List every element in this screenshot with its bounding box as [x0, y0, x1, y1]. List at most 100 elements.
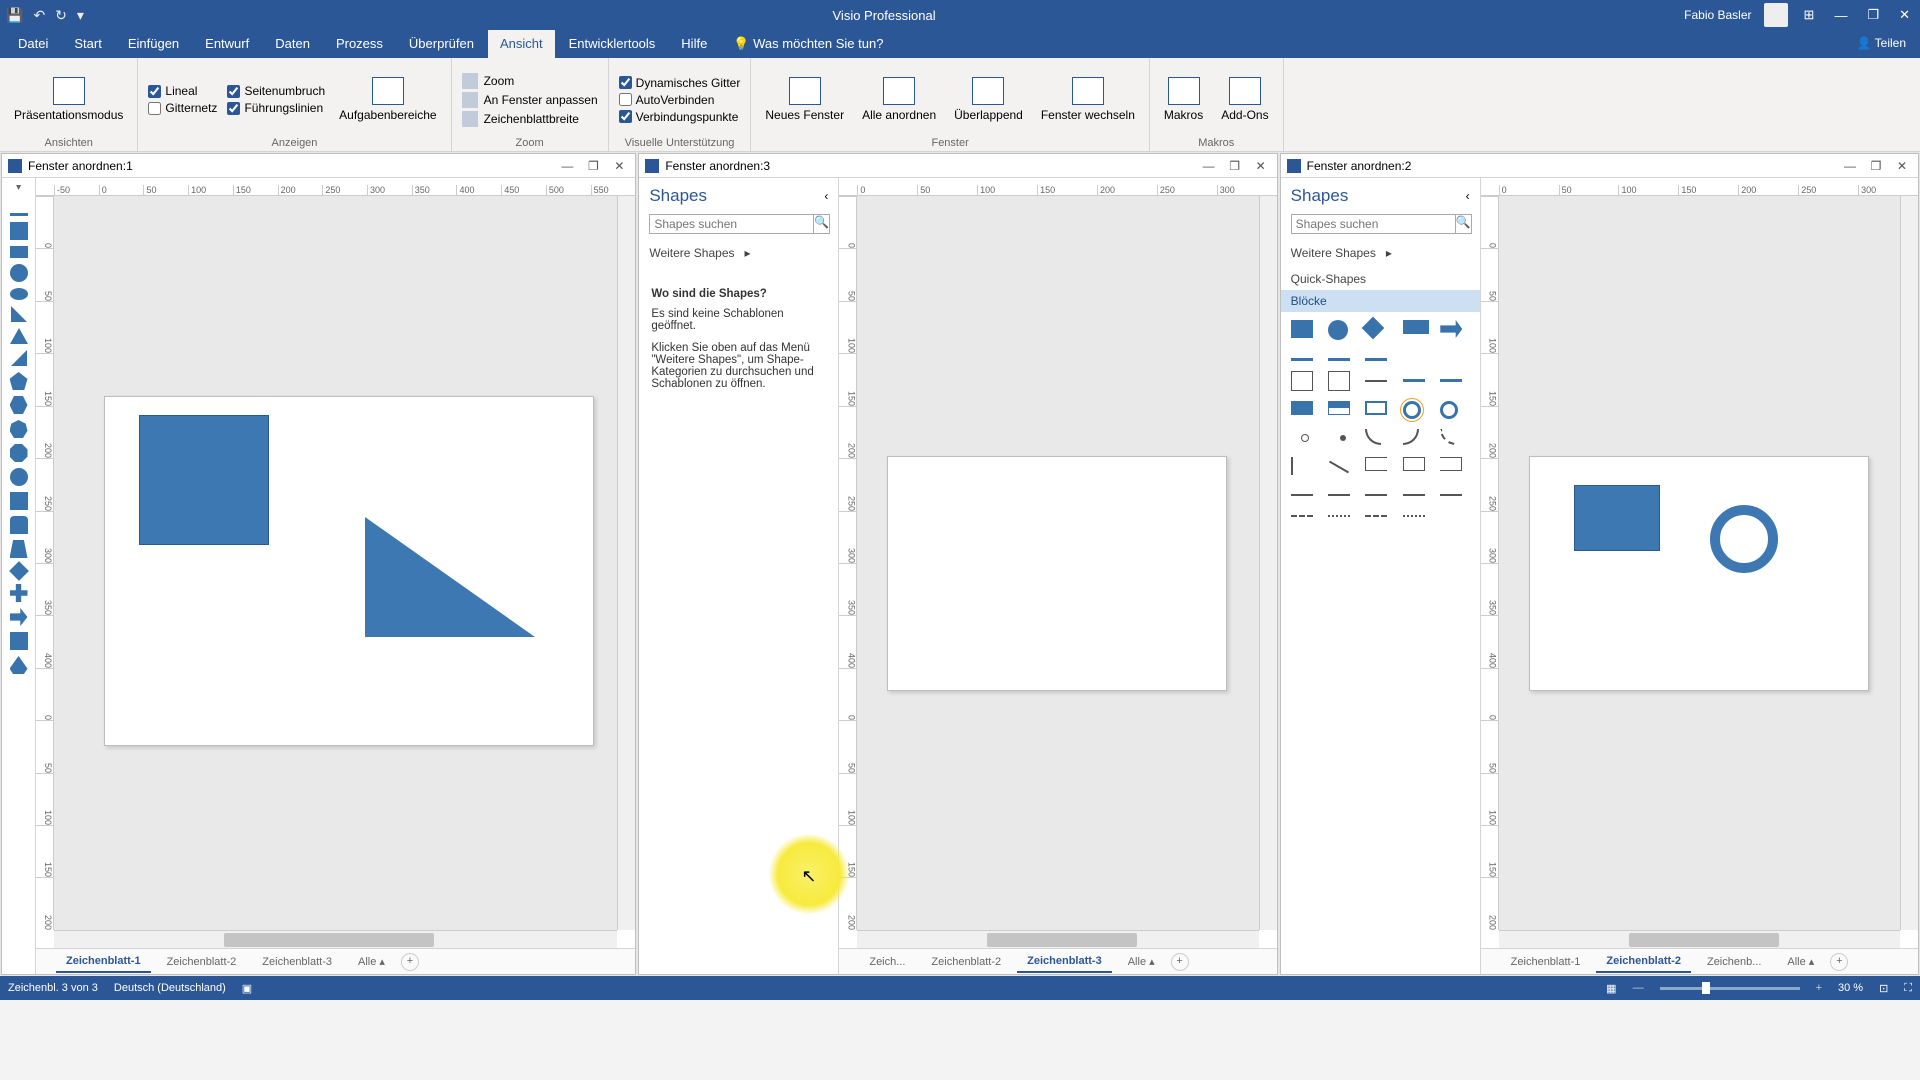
- block-ring2-icon[interactable]: [1440, 401, 1458, 419]
- tab-ueberpruefen[interactable]: Überprüfen: [397, 30, 486, 58]
- block-outline-icon[interactable]: [1365, 401, 1387, 415]
- tell-me[interactable]: 💡 Was möchten Sie tun?: [721, 30, 895, 58]
- add-page-button[interactable]: +: [1830, 953, 1848, 971]
- stencil-trapezoid-icon[interactable]: [10, 540, 28, 558]
- stencil-rect-icon[interactable]: [10, 246, 28, 258]
- fullscreen-icon[interactable]: ⛶: [1904, 982, 1912, 995]
- tab-zeichenblatt-1[interactable]: Zeichenblatt-1: [1501, 952, 1591, 972]
- ueberlappend-button[interactable]: Überlappend: [950, 75, 1027, 124]
- cat-quick-shapes[interactable]: Quick-Shapes: [1281, 268, 1480, 290]
- aufgabenbereiche-button[interactable]: Aufgabenbereiche: [335, 75, 440, 124]
- block-dash3-icon[interactable]: [1365, 515, 1387, 517]
- stencil-triangle-icon[interactable]: [10, 328, 28, 344]
- block-bar4-icon[interactable]: [1403, 379, 1425, 382]
- ruler-horizontal[interactable]: -50050100150200250300350400450500550: [36, 178, 635, 196]
- stencil-square-icon[interactable]: [10, 222, 28, 240]
- page-3[interactable]: [1529, 456, 1869, 691]
- stencil-drop-icon[interactable]: [10, 656, 28, 674]
- block-node2-icon[interactable]: [1440, 457, 1462, 471]
- block-bar-icon[interactable]: [1291, 358, 1313, 361]
- pane-1-close-icon[interactable]: ✕: [609, 159, 629, 173]
- add-page-button[interactable]: +: [1171, 953, 1189, 971]
- tab-alle[interactable]: Alle ▴: [348, 951, 395, 972]
- page-1[interactable]: [104, 396, 594, 746]
- praesentationsmodus-button[interactable]: Präsentationsmodus: [10, 75, 127, 124]
- block-bar5-icon[interactable]: [1440, 379, 1462, 382]
- block-fill-icon[interactable]: [1291, 401, 1313, 415]
- block-ring-icon[interactable]: [1403, 401, 1421, 419]
- user-name[interactable]: Fabio Basler: [1684, 8, 1751, 22]
- tab-zeichenb[interactable]: Zeichenb...: [1697, 952, 1771, 972]
- shapes-search-input[interactable]: [649, 214, 814, 234]
- status-language[interactable]: Deutsch (Deutschland): [114, 982, 226, 994]
- search-icon[interactable]: 🔍: [814, 214, 830, 234]
- block-arrow-icon[interactable]: [1440, 320, 1462, 338]
- block-tree-icon[interactable]: [1291, 371, 1313, 391]
- stencil-circle2-icon[interactable]: [10, 468, 28, 486]
- check-lineal[interactable]: Lineal: [148, 84, 217, 98]
- check-gitternetz[interactable]: Gitternetz: [148, 101, 217, 115]
- canvas-2[interactable]: [857, 196, 1258, 930]
- neues-fenster-button[interactable]: Neues Fenster: [761, 75, 848, 124]
- pane-1-min-icon[interactable]: —: [557, 159, 577, 173]
- redo-icon[interactable]: ↻: [55, 7, 67, 24]
- block-bar2-icon[interactable]: [1328, 358, 1350, 361]
- stencil-line-icon[interactable]: [10, 213, 28, 216]
- ruler-vertical[interactable]: 050100150200250300350400050100150200: [839, 196, 857, 930]
- tab-ansicht[interactable]: Ansicht: [488, 30, 555, 58]
- tab-entwurf[interactable]: Entwurf: [193, 30, 261, 58]
- pane-3-close-icon[interactable]: ✕: [1892, 159, 1912, 173]
- block-arc-icon[interactable]: [1365, 429, 1381, 445]
- shapes-search-input[interactable]: [1291, 214, 1456, 234]
- quick-shapes-strip[interactable]: ▸: [2, 178, 36, 974]
- collapse-icon[interactable]: ‹: [824, 189, 828, 203]
- stencil-cube-icon[interactable]: [10, 492, 28, 510]
- canvas-3[interactable]: [1499, 196, 1900, 930]
- block-node-icon[interactable]: [1403, 457, 1425, 471]
- ruler-vertical[interactable]: 050100150200250300350400050100150200: [1481, 196, 1499, 930]
- ruler-vertical[interactable]: 050100150200250300350400050100150200: [36, 196, 54, 930]
- pane-1-max-icon[interactable]: ❐: [583, 159, 603, 173]
- block-wide-icon[interactable]: [1403, 320, 1429, 334]
- block-seg4-icon[interactable]: [1403, 494, 1425, 496]
- tab-zeichenblatt-2[interactable]: Zeichenblatt-2: [1596, 951, 1691, 973]
- stencil-arrow-icon[interactable]: [10, 608, 28, 626]
- stencil-heptagon-icon[interactable]: [10, 420, 28, 438]
- pane-2-titlebar[interactable]: Fenster anordnen:3 — ❐ ✕: [639, 154, 1276, 178]
- stencil-triangle-l-icon[interactable]: [11, 350, 27, 366]
- more-shapes[interactable]: Weitere Shapes ▸: [1281, 238, 1480, 268]
- undo-icon[interactable]: ↶: [33, 7, 45, 24]
- block-diamond-icon[interactable]: [1362, 317, 1385, 340]
- zoom-level[interactable]: 30 %: [1838, 982, 1863, 994]
- app-minimize-icon[interactable]: —: [1830, 8, 1851, 23]
- pane-3-titlebar[interactable]: Fenster anordnen:2 — ❐ ✕: [1281, 154, 1918, 178]
- makros-button[interactable]: Makros: [1160, 75, 1207, 124]
- block-dot-icon[interactable]: [1301, 434, 1309, 442]
- canvas-1[interactable]: [54, 196, 617, 930]
- block-dot2-icon[interactable]: [1340, 435, 1346, 441]
- share-button[interactable]: 👤 Teilen: [1857, 30, 1920, 58]
- block-dash4-icon[interactable]: [1403, 515, 1425, 517]
- page-width-button[interactable]: Zeichenblattbreite: [462, 111, 598, 127]
- stencil-triangle-r-icon[interactable]: [11, 306, 27, 322]
- block-flag-icon[interactable]: [1291, 457, 1313, 475]
- stencil-can-icon[interactable]: [10, 516, 28, 534]
- page-2[interactable]: [887, 456, 1227, 691]
- tab-hilfe[interactable]: Hilfe: [669, 30, 719, 58]
- tab-alle[interactable]: Alle ▴: [1777, 951, 1824, 972]
- tab-datei[interactable]: Datei: [6, 30, 60, 58]
- block-bar3-icon[interactable]: [1365, 358, 1387, 361]
- shapes-search[interactable]: 🔍: [649, 214, 828, 234]
- ruler-horizontal[interactable]: 050100150200250300: [1481, 178, 1918, 196]
- pane-1-titlebar[interactable]: Fenster anordnen:1 — ❐ ✕: [2, 154, 635, 178]
- addons-button[interactable]: Add-Ons: [1217, 75, 1272, 124]
- shape-triangle[interactable]: [365, 517, 535, 637]
- view-normal-icon[interactable]: ▦: [1606, 982, 1616, 995]
- avatar[interactable]: [1764, 3, 1788, 27]
- tab-zeichenblatt-2[interactable]: Zeichenblatt-2: [921, 952, 1011, 972]
- cat-bloecke[interactable]: Blöcke: [1281, 290, 1480, 312]
- vscrollbar-3[interactable]: [1900, 196, 1918, 930]
- shape-rectangle[interactable]: [1574, 485, 1660, 551]
- stencil-octagon-icon[interactable]: [10, 444, 28, 462]
- block-rect-icon[interactable]: [1291, 320, 1313, 338]
